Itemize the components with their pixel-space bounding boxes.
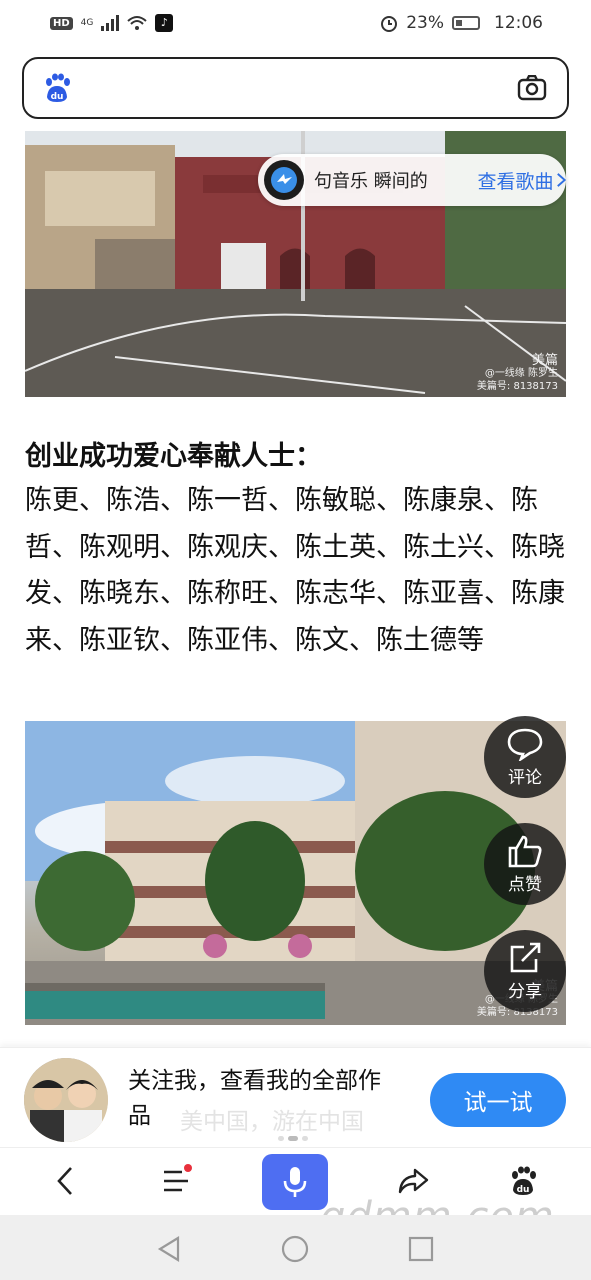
share-button[interactable]: 分享	[484, 930, 566, 1012]
comment-label: 评论	[508, 767, 542, 788]
follow-banner: 关注我，查看我的全部作品 美中国，游在中国 试一试	[0, 1047, 591, 1147]
clock: 12:06	[494, 13, 543, 33]
microphone-icon	[283, 1167, 307, 1197]
thumbs-up-icon	[508, 835, 542, 867]
music-title: 句音乐 瞬间的	[314, 171, 428, 192]
menu-icon	[164, 1170, 188, 1192]
nav-recents-button[interactable]	[407, 1235, 435, 1263]
network-type: 4G	[80, 18, 94, 28]
status-right: 23% 12:06	[380, 13, 543, 33]
back-button[interactable]	[42, 1158, 88, 1204]
wifi-icon	[127, 16, 148, 30]
article-heading: 创业成功爱心奉献人士：	[25, 441, 322, 472]
search-bar[interactable]: du	[22, 57, 569, 119]
comment-button[interactable]: 评论	[484, 716, 566, 798]
baidu-paw-icon: du	[42, 73, 72, 103]
page-indicator	[278, 1136, 308, 1141]
comment-icon	[507, 728, 543, 761]
nav-back-button[interactable]	[155, 1235, 183, 1263]
battery-percent: 23%	[406, 13, 444, 33]
menu-button[interactable]	[153, 1158, 199, 1204]
chevron-right-icon	[556, 173, 566, 187]
author-avatar[interactable]	[24, 1058, 108, 1142]
share-icon	[510, 942, 541, 972]
baidu-logo-text: du	[51, 92, 64, 102]
back-icon	[57, 1167, 72, 1195]
square-recents-icon	[408, 1236, 434, 1262]
voice-search-button[interactable]	[262, 1154, 328, 1210]
tiktok-icon: ♪	[155, 14, 174, 32]
like-button[interactable]: 点赞	[484, 823, 566, 905]
triangle-back-icon	[157, 1236, 180, 1262]
hd-badge: HD	[50, 16, 73, 30]
status-bar: HD 4G ♪ 23% 12:06	[0, 0, 591, 46]
follow-prompt: 关注我，查看我的全部作品	[128, 1068, 381, 1129]
view-song-link[interactable]: 查看歌曲	[477, 167, 553, 194]
baidu-paw-icon: du	[512, 1166, 536, 1195]
signal-icon	[101, 15, 120, 31]
watermark-author: @一线缘 陈罗生	[484, 368, 558, 379]
notification-dot	[184, 1164, 192, 1172]
music-bird-icon	[264, 160, 304, 200]
battery-icon	[452, 16, 480, 30]
circle-home-icon	[281, 1235, 309, 1263]
status-left: HD 4G ♪	[50, 14, 174, 32]
watermark-brand: 美篇	[531, 353, 558, 368]
article-body: 陈更、陈浩、陈一哲、陈敏聪、陈康泉、陈哲、陈观明、陈观庆、陈土英、陈土兴、陈晓发…	[25, 485, 565, 656]
like-label: 点赞	[508, 874, 542, 895]
watermark-id: 美篇号: 8138173	[476, 381, 558, 392]
system-nav-bar	[0, 1215, 591, 1280]
share-arrow-icon	[398, 1168, 429, 1194]
camera-icon[interactable]	[517, 75, 547, 101]
nav-home-button[interactable]	[281, 1235, 309, 1263]
share-label: 分享	[508, 981, 542, 1002]
music-player-pill[interactable]: 句音乐 瞬间的 查看歌曲	[258, 154, 566, 206]
alarm-icon	[381, 16, 398, 32]
try-it-button[interactable]: 试一试	[430, 1073, 566, 1127]
